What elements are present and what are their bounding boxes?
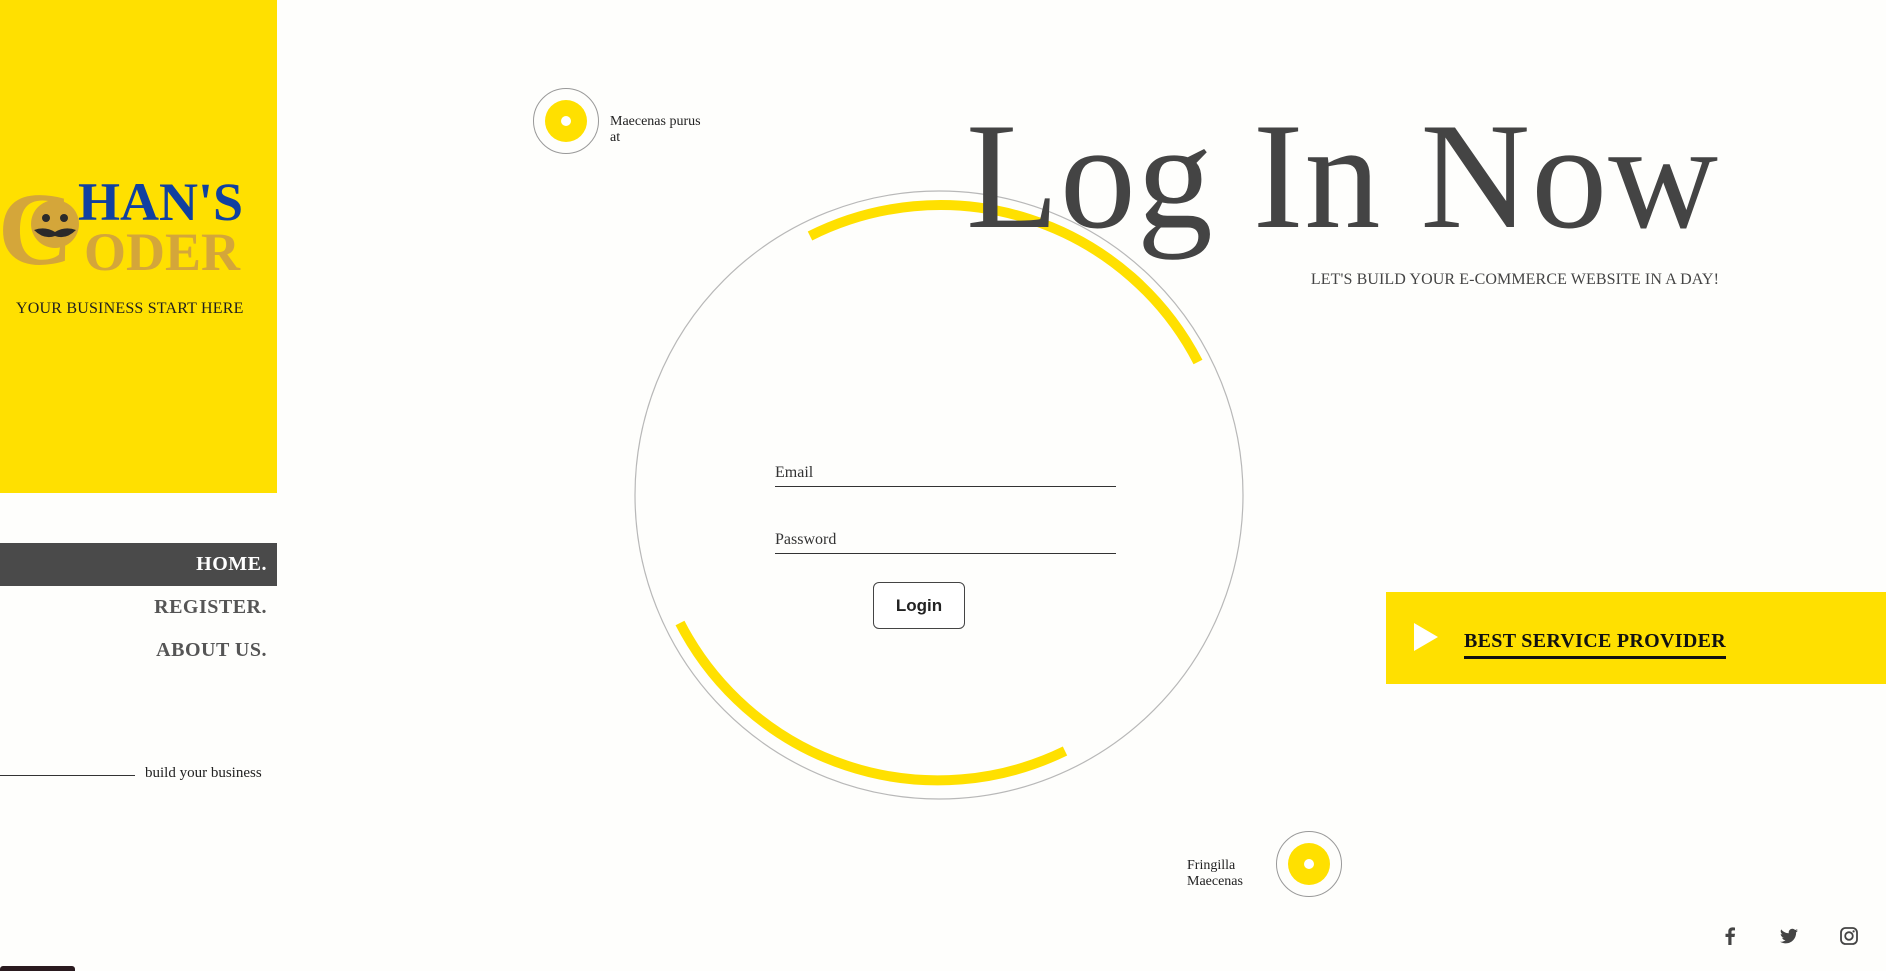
best-service-provider-link[interactable]: BEST SERVICE PROVIDER xyxy=(1464,630,1726,659)
badge-bottom-text: Fringilla Maecenas xyxy=(1187,858,1243,890)
facebook-icon[interactable] xyxy=(1719,925,1741,947)
login-form: Login xyxy=(775,450,1116,629)
build-business-text: build your business xyxy=(145,765,262,781)
chans-coder-logo[interactable]: C HAN'S ODER xyxy=(0,168,277,278)
badge-bottom-line2: Maecenas xyxy=(1187,874,1243,889)
yellow-arc-bottom xyxy=(675,620,1068,786)
email-field[interactable] xyxy=(775,464,1116,482)
password-field[interactable] xyxy=(775,531,1116,549)
email-field-wrapper xyxy=(775,450,1116,487)
badge-bottom-icon xyxy=(1276,831,1342,897)
badge-top-line1: Maecenas purus xyxy=(610,114,701,129)
badge-bottom-line1: Fringilla xyxy=(1187,858,1236,873)
brand-tagline: YOUR BUSINESS START HERE xyxy=(16,300,244,317)
login-button[interactable]: Login xyxy=(873,582,965,629)
divider-line xyxy=(0,775,135,776)
badge-top-icon xyxy=(533,88,599,154)
instagram-icon[interactable] xyxy=(1838,925,1860,947)
nav-home[interactable]: HOME. xyxy=(0,543,277,586)
nav-about-us[interactable]: ABOUT US. xyxy=(0,629,277,672)
password-field-wrapper xyxy=(775,517,1116,554)
main-nav: HOME. REGISTER. ABOUT US. xyxy=(0,543,277,672)
page-title: Log In Now xyxy=(965,92,1719,260)
bottom-dark-tab xyxy=(0,966,75,971)
play-icon[interactable] xyxy=(1414,623,1438,651)
logo-text-bottom: ODER xyxy=(84,222,241,278)
twitter-icon[interactable] xyxy=(1778,925,1800,947)
nav-register[interactable]: REGISTER. xyxy=(0,586,277,629)
badge-top-text: Maecenas purus at xyxy=(610,114,701,146)
page-subtitle: LET'S BUILD YOUR E-COMMERCE WEBSITE IN A… xyxy=(1310,271,1719,288)
badge-top-line2: at xyxy=(610,130,621,145)
best-service-provider-banner[interactable]: BEST SERVICE PROVIDER xyxy=(1386,592,1886,684)
